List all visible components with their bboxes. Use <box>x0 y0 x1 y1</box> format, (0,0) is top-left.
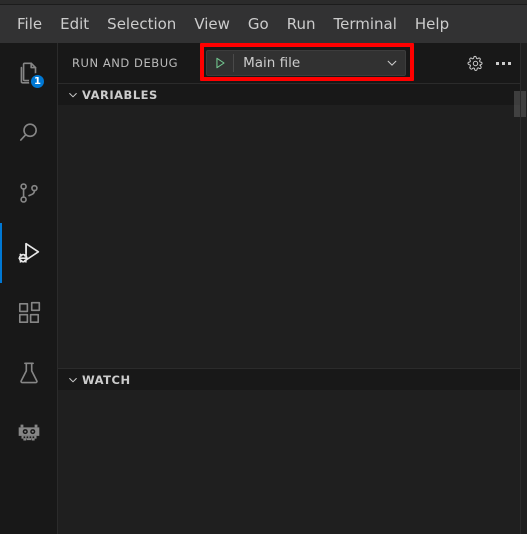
active-indicator <box>0 223 2 283</box>
active-indicator <box>0 43 2 103</box>
activitybar-item-testing[interactable] <box>0 343 57 403</box>
dropdown-chevron[interactable] <box>379 56 405 70</box>
active-indicator <box>0 283 2 343</box>
editor-scrollbar[interactable] <box>521 91 526 117</box>
activitybar-item-godot-tools[interactable] <box>0 403 57 463</box>
run-and-debug-icon <box>17 242 39 263</box>
ellipsis-icon <box>495 61 511 65</box>
vscode-window: File Edit Selection View Go Run Terminal… <box>0 0 527 534</box>
editor-area <box>520 43 527 534</box>
menu-file[interactable]: File <box>8 12 51 37</box>
menu-run[interactable]: Run <box>278 12 325 37</box>
section-watch-body[interactable] <box>58 390 520 534</box>
activitybar-item-search[interactable] <box>0 103 57 163</box>
sidebar-run-and-debug: Run and Debug Main file <box>58 43 520 534</box>
section-variables-header[interactable]: Variables <box>58 83 520 105</box>
chevron-down-icon <box>387 60 397 66</box>
godot-icon <box>18 424 39 441</box>
menu-bar: File Edit Selection View Go Run Terminal… <box>0 5 527 43</box>
activitybar-item-explorer[interactable]: 1 <box>0 43 57 103</box>
gear-icon <box>467 55 482 71</box>
play-icon <box>216 57 225 69</box>
menu-edit[interactable]: Edit <box>51 12 98 37</box>
activitybar-item-extensions[interactable] <box>0 283 57 343</box>
section-watch: Watch <box>58 368 520 534</box>
sidebar-title: Run and Debug <box>72 56 179 70</box>
source-control-icon <box>19 183 38 203</box>
start-debugging-button[interactable] <box>207 56 233 70</box>
workbench-body: 1 RUN AND DEBUG Main file VARIABLES WATC… <box>0 43 527 534</box>
search-icon <box>19 123 37 141</box>
active-indicator <box>0 103 2 163</box>
activitybar-item-source-control[interactable] <box>0 163 57 223</box>
active-indicator <box>0 163 2 223</box>
active-indicator <box>0 343 2 403</box>
beaker-icon <box>19 362 38 384</box>
menu-terminal[interactable]: Terminal <box>325 12 406 37</box>
menu-go[interactable]: Go <box>239 12 278 37</box>
debug-config-container: Main file <box>200 43 415 81</box>
section-variables: Variables <box>58 83 520 368</box>
section-watch-header[interactable]: Watch <box>58 368 520 390</box>
activitybar-item-run-and-debug[interactable] <box>0 223 57 283</box>
sidebar-header: Run and Debug Main file <box>58 43 520 83</box>
section-variables-body[interactable] <box>58 105 520 368</box>
menu-selection[interactable]: Selection <box>98 12 185 37</box>
chevron-down-icon <box>64 89 82 101</box>
debug-configuration-dropdown[interactable]: Main file <box>206 50 407 76</box>
views-and-more-actions-button[interactable] <box>492 52 514 74</box>
section-watch-title: Watch <box>82 372 131 387</box>
active-indicator <box>0 403 2 463</box>
activity-bar: 1 <box>0 43 58 534</box>
menu-help[interactable]: Help <box>406 12 458 37</box>
chevron-down-icon <box>64 374 82 386</box>
open-launch-json-button[interactable] <box>464 52 486 74</box>
menu-view[interactable]: View <box>185 12 239 37</box>
sidebar-header-actions <box>464 52 514 74</box>
debug-config-value: Main file <box>243 55 301 71</box>
explorer-badge: 1 <box>29 73 46 90</box>
section-variables-title: Variables <box>82 87 158 102</box>
extensions-icon <box>18 301 40 324</box>
